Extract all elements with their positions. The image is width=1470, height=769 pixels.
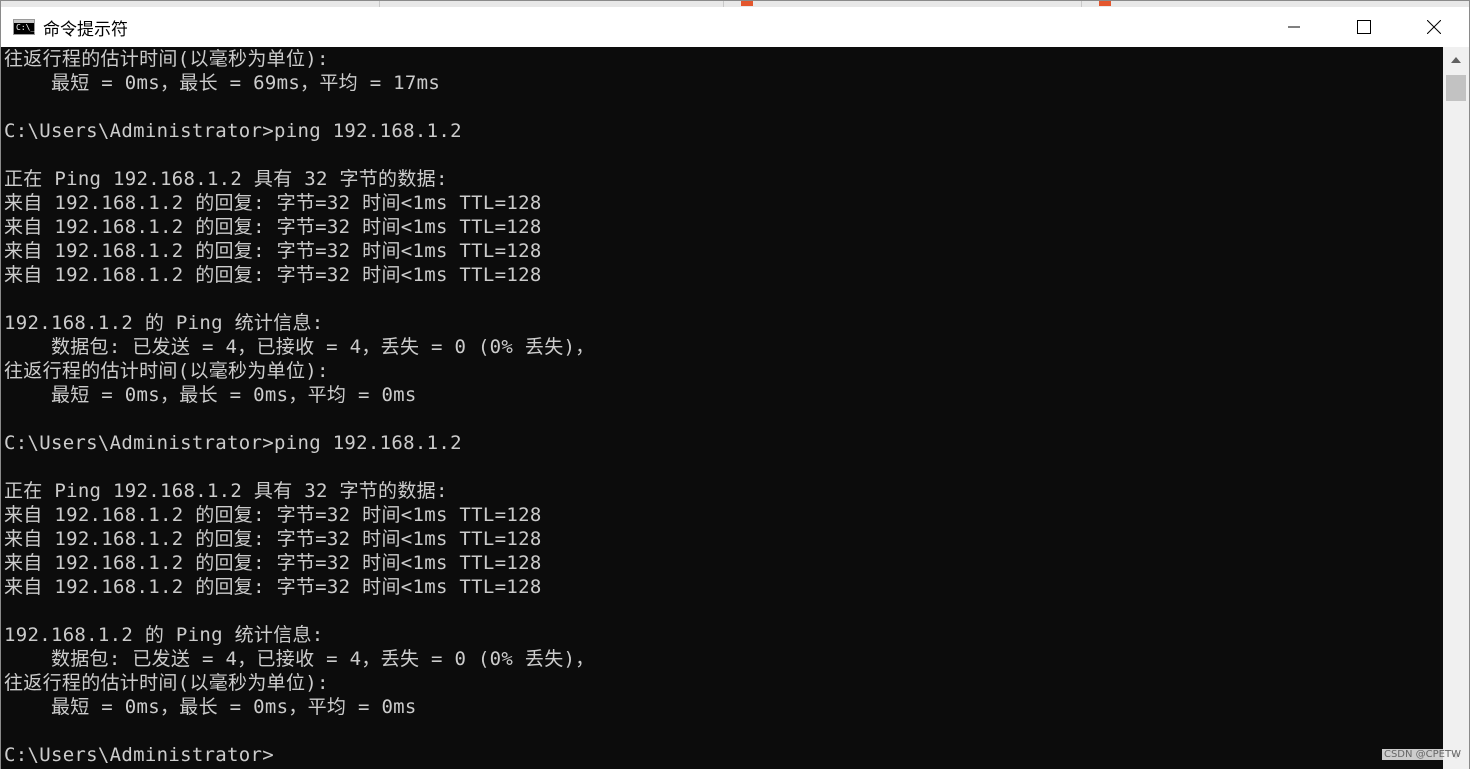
console-line: 正在 Ping 192.168.1.2 具有 32 字节的数据: — [4, 168, 448, 190]
window-controls — [1259, 7, 1469, 47]
minimize-icon — [1288, 26, 1300, 28]
console-line: 正在 Ping 192.168.1.2 具有 32 字节的数据: — [4, 480, 448, 502]
close-button[interactable] — [1399, 7, 1469, 47]
console-line: 数据包: 已发送 = 4，已接收 = 4，丢失 = 0 (0% 丢失)， — [4, 648, 595, 670]
console-line: 来自 192.168.1.2 的回复: 字节=32 时间<1ms TTL=128 — [4, 192, 542, 214]
console-line: 来自 192.168.1.2 的回复: 字节=32 时间<1ms TTL=128 — [4, 576, 542, 598]
console-line: 往返行程的估计时间(以毫秒为单位): — [4, 360, 329, 382]
console-line: 最短 = 0ms，最长 = 0ms，平均 = 0ms — [4, 696, 417, 718]
cmd-icon-glyph: C:\_ — [16, 23, 36, 32]
window-title: 命令提示符 — [43, 19, 128, 40]
cmd-icon[interactable]: C:\_ — [13, 19, 35, 35]
console-line: C:\Users\Administrator> — [4, 744, 274, 766]
console-lines: 往返行程的估计时间(以毫秒为单位): 最短 = 0ms，最长 = 69ms，平均… — [1, 47, 1443, 767]
vertical-scrollbar[interactable] — [1443, 47, 1469, 769]
minimize-button[interactable] — [1259, 7, 1329, 47]
console-line: 最短 = 0ms，最长 = 0ms，平均 = 0ms — [4, 384, 417, 406]
console-line: 来自 192.168.1.2 的回复: 字节=32 时间<1ms TTL=128 — [4, 264, 542, 286]
watermark: CSDN @CPETW — [1381, 749, 1463, 760]
tab-favicon-icon — [1099, 1, 1111, 6]
console-line: 来自 192.168.1.2 的回复: 字节=32 时间<1ms TTL=128 — [4, 240, 542, 262]
console-line: 来自 192.168.1.2 的回复: 字节=32 时间<1ms TTL=128 — [4, 528, 542, 550]
console-line: 往返行程的估计时间(以毫秒为单位): — [4, 672, 329, 694]
maximize-button[interactable] — [1329, 7, 1399, 47]
console-line: 最短 = 0ms，最长 = 69ms，平均 = 17ms — [4, 72, 441, 94]
scroll-up-button[interactable] — [1443, 47, 1469, 73]
console-line: 来自 192.168.1.2 的回复: 字节=32 时间<1ms TTL=128 — [4, 552, 542, 574]
scroll-thumb[interactable] — [1446, 75, 1466, 101]
console-line: 数据包: 已发送 = 4，已接收 = 4，丢失 = 0 (0% 丢失)， — [4, 336, 595, 358]
cmd-window: C:\_ 命令提示符 往返行程的估计时间(以毫秒为单位): 最短 = 0ms，最… — [0, 0, 1470, 769]
arrow-up-icon — [1451, 57, 1461, 63]
console-line: C:\Users\Administrator>ping 192.168.1.2 — [4, 120, 462, 142]
title-bar[interactable]: C:\_ 命令提示符 — [1, 7, 1469, 47]
console-output[interactable]: 往返行程的估计时间(以毫秒为单位): 最短 = 0ms，最长 = 69ms，平均… — [1, 47, 1443, 769]
console-line: 192.168.1.2 的 Ping 统计信息: — [4, 624, 324, 646]
maximize-icon — [1357, 20, 1371, 34]
console-line: 往返行程的估计时间(以毫秒为单位): — [4, 48, 329, 70]
console-line: 来自 192.168.1.2 的回复: 字节=32 时间<1ms TTL=128 — [4, 216, 542, 238]
console-line: 来自 192.168.1.2 的回复: 字节=32 时间<1ms TTL=128 — [4, 504, 542, 526]
console-line: 192.168.1.2 的 Ping 统计信息: — [4, 312, 324, 334]
console-line: C:\Users\Administrator>ping 192.168.1.2 — [4, 432, 462, 454]
close-icon — [1427, 20, 1441, 34]
tab-favicon-icon — [741, 1, 753, 6]
